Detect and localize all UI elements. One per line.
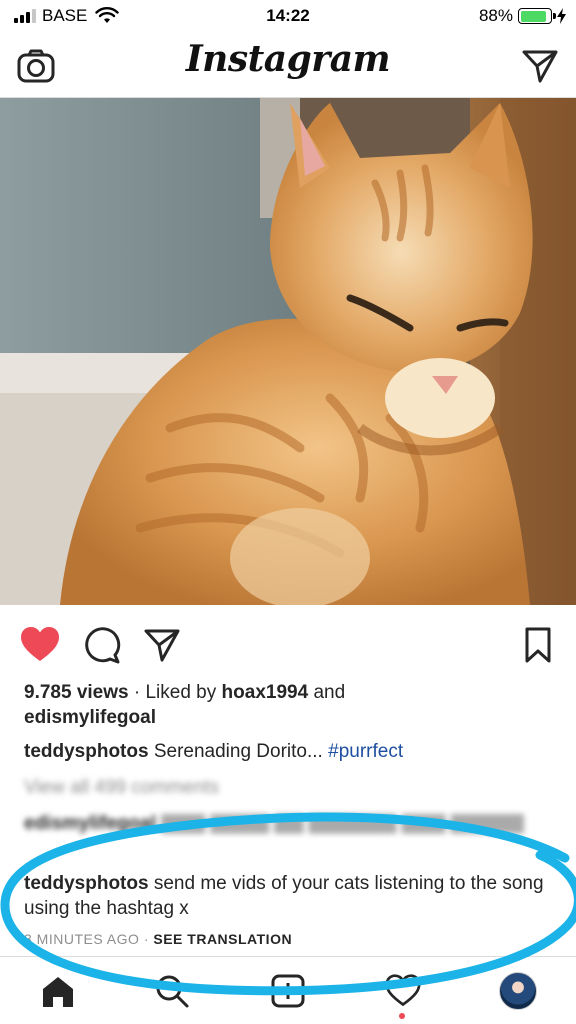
post-caption: teddysphotos Serenading Dorito... #purrf… — [24, 739, 554, 764]
see-translation-link[interactable]: SEE TRANSLATION — [153, 931, 292, 947]
separator: · — [143, 931, 149, 947]
search-icon — [156, 975, 189, 1008]
comment-username[interactable]: teddysphotos — [24, 873, 149, 894]
comment: teddysphotos send me vids of your cats l… — [24, 871, 554, 921]
add-post-icon — [271, 974, 305, 1008]
tab-activity[interactable] — [381, 969, 425, 1013]
liked-by-user[interactable]: edismylifegoal — [24, 707, 156, 728]
battery-level — [520, 10, 547, 22]
app-header: Instagram — [0, 34, 576, 98]
view-count[interactable]: 9.785 views — [24, 682, 129, 703]
hashtag-link[interactable]: #purrfect — [328, 741, 403, 762]
post-actions — [0, 605, 576, 681]
tab-home[interactable] — [36, 969, 80, 1013]
home-icon — [43, 977, 73, 1007]
caption-username[interactable]: teddysphotos — [24, 741, 149, 762]
previous-comment-user[interactable]: edismylifegoal — [24, 813, 156, 834]
activity-icon — [385, 974, 421, 1007]
battery-percent: 88% — [478, 6, 513, 25]
notification-dot — [399, 1013, 405, 1019]
direct-message-icon[interactable] — [520, 46, 560, 86]
share-icon[interactable] — [142, 625, 182, 665]
status-right: 88% — [479, 6, 566, 26]
liked-by-and: and — [313, 682, 346, 703]
avatar — [499, 972, 537, 1010]
timestamp-text: 3 MINUTES AGO — [24, 931, 140, 947]
tab-search[interactable] — [150, 969, 194, 1013]
liked-by-user[interactable]: hoax1994 — [222, 682, 309, 703]
tab-add[interactable] — [266, 969, 310, 1013]
views-and-likes: 9.785 views · Liked by hoax1994 and edis… — [24, 682, 346, 728]
tab-bar — [0, 956, 576, 1024]
previous-comment: edismylifegoal ▇▇▇ ▇▇▇▇ ▇▇ ▇▇▇▇▇▇ ▇▇▇ ▇▇… — [24, 813, 524, 834]
comment-icon[interactable] — [82, 625, 122, 665]
post-video[interactable] — [0, 98, 576, 605]
post-timestamp: 3 MINUTES AGO · SEE TRANSLATION — [24, 931, 292, 947]
heart-icon[interactable] — [20, 625, 60, 665]
view-all-comments[interactable]: View all 499 comments — [24, 775, 554, 800]
caption-text: Serenading Dorito... — [153, 741, 323, 762]
battery-icon — [518, 8, 556, 24]
charging-icon — [557, 8, 566, 24]
tab-profile[interactable] — [496, 969, 540, 1013]
app-title: Instagram — [185, 38, 391, 80]
liked-by-prefix: Liked by — [145, 682, 217, 703]
cat-image — [0, 98, 576, 605]
bookmark-icon[interactable] — [518, 625, 558, 665]
status-bar: BASE 14:22 88% — [0, 0, 576, 34]
